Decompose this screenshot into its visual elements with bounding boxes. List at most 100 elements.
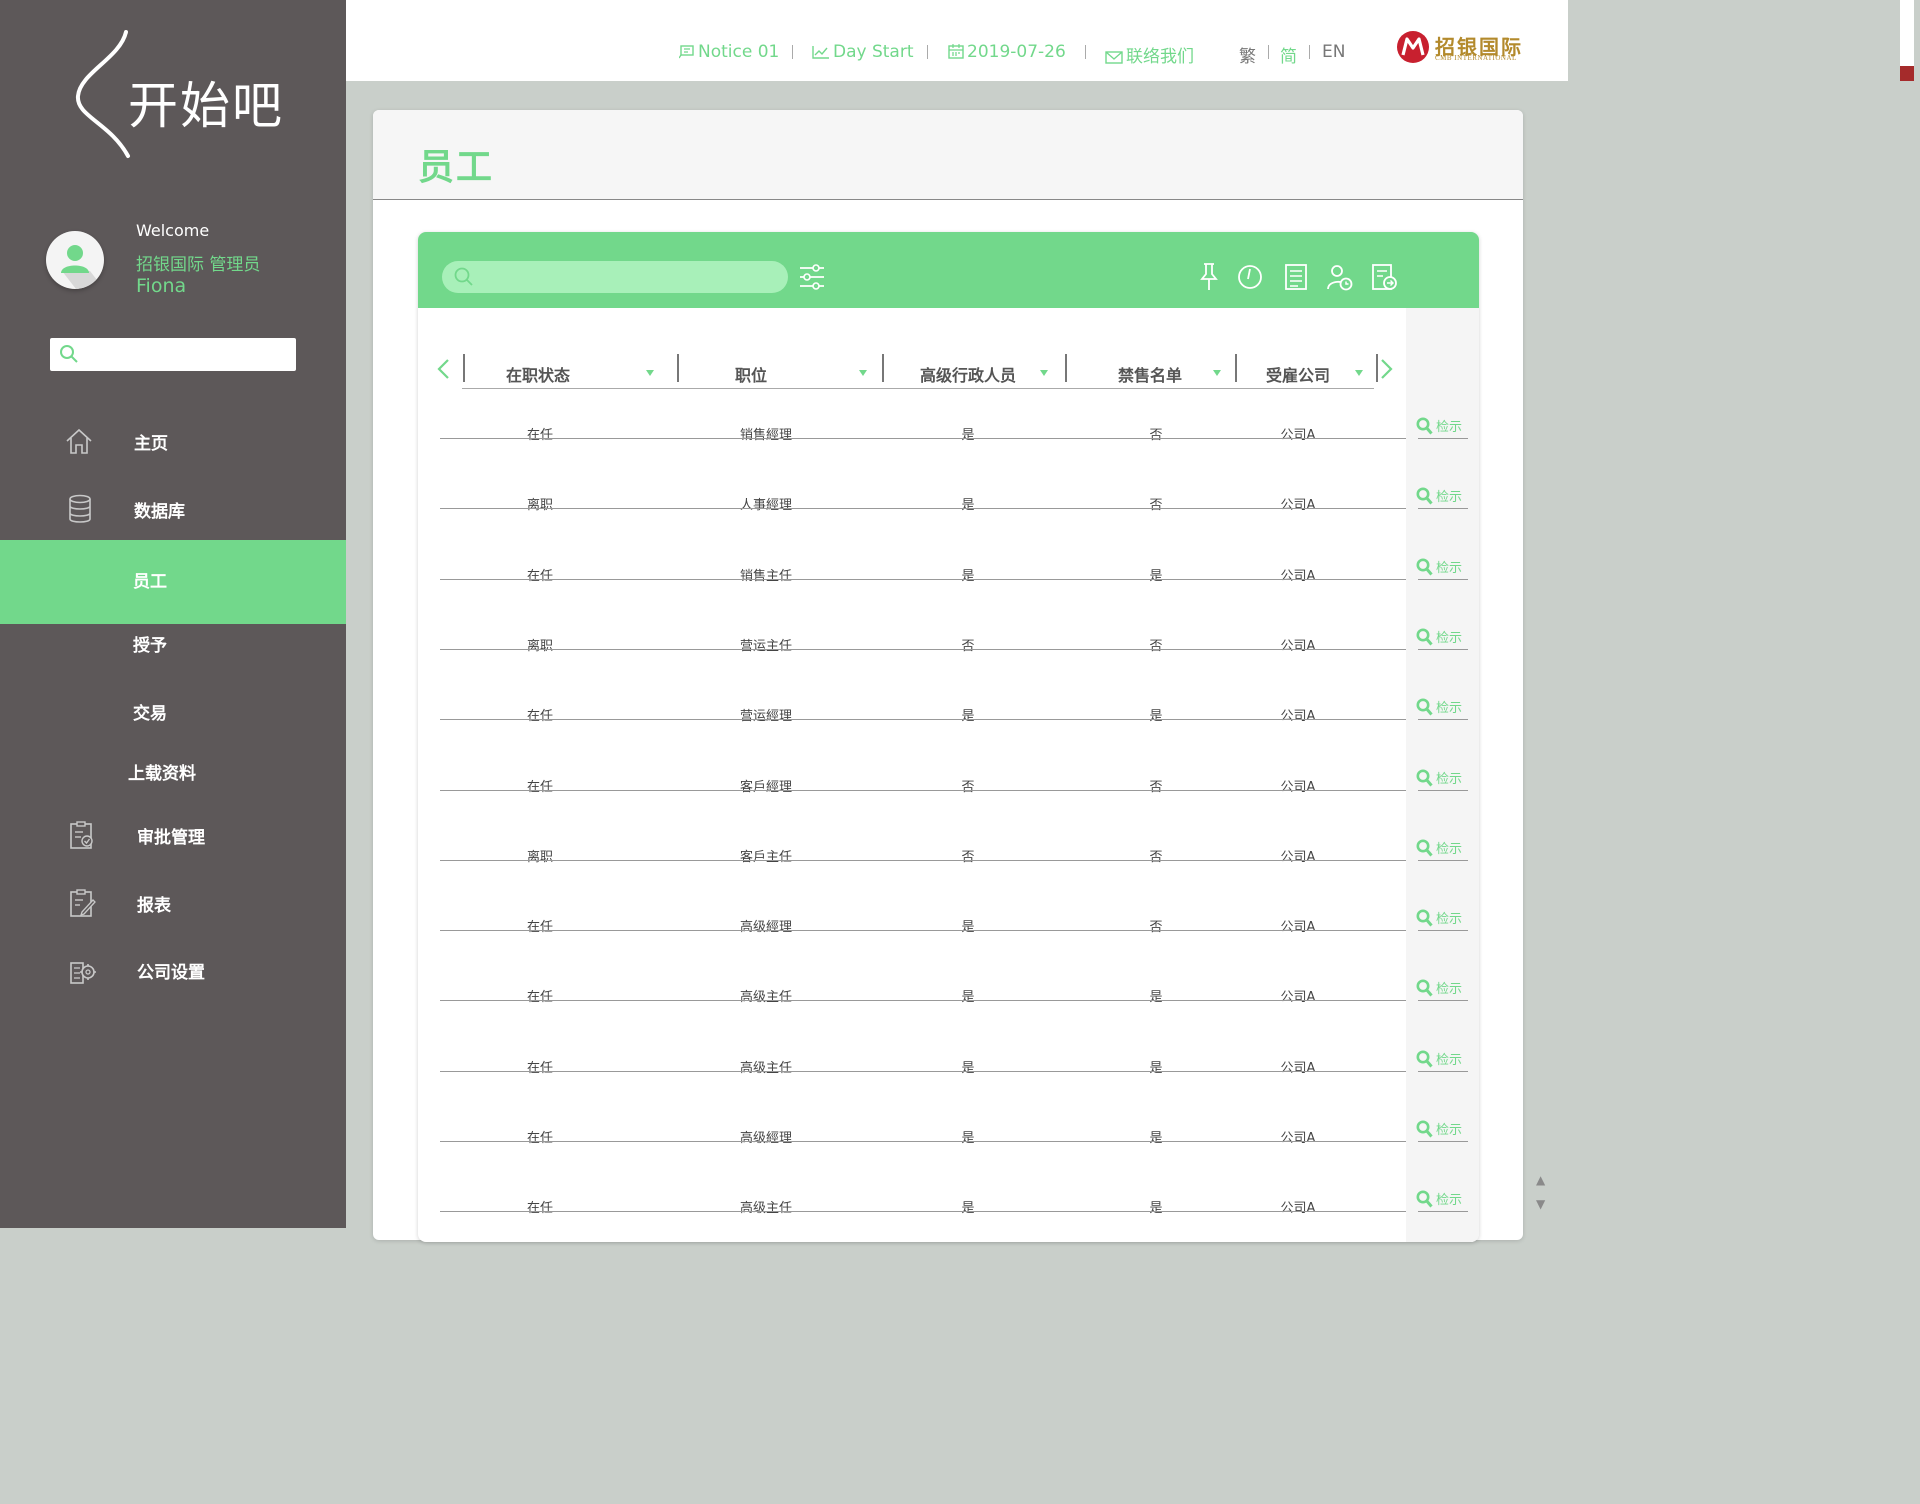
table-cell: 在任 (526, 779, 553, 795)
action-divider (1418, 1141, 1468, 1142)
table-cell: 在任 (526, 920, 553, 936)
table-cell: 是 (961, 428, 975, 443)
column-header-employer[interactable]: 受雇公司 (1239, 356, 1377, 388)
sidebar-item-approval[interactable]: 审批管理 (0, 806, 346, 866)
filter-settings-icon[interactable] (798, 262, 826, 292)
view-button[interactable]: 检示 (1416, 557, 1462, 576)
view-button[interactable]: 检示 (1416, 1189, 1462, 1208)
pin-icon[interactable] (1198, 262, 1220, 292)
sidebar-search-input[interactable] (84, 342, 284, 366)
sidebar-item-employees[interactable]: 员工 (0, 540, 346, 624)
view-button[interactable]: 检示 (1416, 697, 1462, 716)
table-cell: 高级經理 (739, 920, 792, 936)
table-cell: 是 (961, 990, 975, 1006)
content-card: 员工 在职状态 职位 高级行政人员 禁售名单 受雇公司 在任 销售經理 是 否 … (373, 110, 1523, 1242)
table-cell: 客戶主任 (739, 849, 792, 865)
lang-english[interactable]: EN (1322, 42, 1345, 62)
view-label: 检示 (1436, 1193, 1463, 1209)
table-cell: 离职 (526, 849, 553, 865)
sidebar-item-grants[interactable]: 授予 (0, 614, 346, 674)
column-header-status[interactable]: 在职状态 (468, 356, 668, 388)
row-divider (440, 1000, 1406, 1002)
clock-icon[interactable] (1236, 262, 1264, 292)
search-icon (454, 267, 473, 286)
column-header-label: 在职状态 (505, 366, 570, 385)
sidebar-item-database[interactable]: 数据库 (0, 480, 346, 540)
view-button[interactable]: 检示 (1416, 768, 1462, 787)
table-cell: 离职 (526, 498, 553, 514)
table-cell: 是 (1149, 568, 1163, 584)
page-scroll-arrows[interactable]: ▲ ▼ (1536, 1168, 1545, 1216)
view-button[interactable]: 检示 (1416, 486, 1462, 505)
sort-arrow-icon[interactable] (1040, 370, 1048, 376)
table-cell: 否 (961, 638, 975, 654)
home-icon (66, 428, 92, 454)
day-start-link[interactable]: Day Start (812, 42, 914, 62)
row-divider (440, 930, 1406, 932)
table-row: 离职 客戶主任 否 否 公司A 检示 (418, 816, 1479, 886)
action-divider (1418, 789, 1468, 791)
scroll-up-icon[interactable]: ▲ (1536, 1168, 1545, 1192)
employee-table: 在职状态 职位 高级行政人员 禁售名单 受雇公司 在任 销售經理 是 否 公司A… (418, 308, 1479, 1242)
magnifier-icon (1416, 558, 1433, 576)
action-divider (1418, 1000, 1468, 1002)
export-document-icon[interactable] (1370, 262, 1398, 292)
column-header-position[interactable]: 职位 (681, 356, 881, 388)
lang-traditional[interactable]: 繁 (1239, 42, 1256, 67)
view-label: 检示 (1436, 630, 1463, 646)
view-button[interactable]: 检示 (1416, 627, 1462, 646)
contact-link[interactable]: 联络我们 (1105, 42, 1194, 67)
table-cell: 公司A (1280, 428, 1316, 443)
sidebar-item-trades[interactable]: 交易 (0, 682, 346, 742)
column-header-blackout-list[interactable]: 禁售名单 (1069, 356, 1235, 388)
column-divider (1376, 354, 1378, 382)
app-logo[interactable]: 开始吧 (70, 28, 282, 160)
table-cell: 公司A (1280, 1060, 1316, 1076)
sort-arrow-icon[interactable] (859, 370, 867, 376)
view-button[interactable]: 检示 (1416, 1119, 1462, 1138)
table-cell: 公司A (1280, 638, 1316, 654)
sidebar-item-home[interactable]: 主页 (0, 412, 346, 472)
header-underline (462, 388, 1374, 389)
table-row: 在任 营运經理 是 是 公司A 检示 (418, 675, 1479, 745)
magnifier-icon (1416, 487, 1433, 505)
view-button[interactable]: 检示 (1416, 1049, 1462, 1068)
sidebar-item-upload[interactable]: 上载资料 (0, 742, 346, 802)
table-cell: 公司A (1280, 849, 1316, 865)
user-add-icon[interactable] (1326, 262, 1354, 292)
action-divider (1418, 508, 1468, 510)
document-list-icon[interactable] (1282, 262, 1310, 292)
sidebar-item-reports[interactable]: 报表 (0, 874, 346, 934)
user-name: Fiona (136, 275, 187, 297)
row-divider (440, 789, 1406, 791)
table-cell: 客戶經理 (739, 779, 792, 795)
view-button[interactable]: 检示 (1416, 416, 1462, 435)
divider (1309, 45, 1310, 59)
table-cell: 否 (961, 849, 975, 865)
date-display[interactable]: 2019-07-26 (948, 42, 1066, 62)
column-header-senior-exec[interactable]: 高级行政人员 (886, 356, 1062, 388)
column-header-label: 职位 (734, 366, 767, 385)
view-button[interactable]: 检示 (1416, 838, 1462, 857)
table-cell: 离职 (526, 638, 553, 654)
table-toolbar (418, 232, 1479, 308)
view-button[interactable]: 检示 (1416, 908, 1462, 927)
notice-link[interactable]: Notice 01 (678, 42, 779, 62)
table-cell: 公司A (1280, 1201, 1316, 1217)
view-button[interactable]: 检示 (1416, 978, 1462, 997)
table-cell: 营运經理 (739, 709, 792, 725)
table-row: 离职 营运主任 否 否 公司A 检示 (418, 605, 1479, 675)
scroll-right-icon[interactable] (1380, 358, 1394, 380)
avatar[interactable] (46, 231, 104, 289)
table-cell: 是 (1149, 1131, 1163, 1146)
sort-arrow-icon[interactable] (1213, 370, 1221, 376)
table-cell: 在任 (526, 990, 553, 1006)
table-cell: 公司A (1280, 709, 1316, 725)
scroll-down-icon[interactable]: ▼ (1536, 1192, 1545, 1216)
lang-simplified[interactable]: 简 (1280, 42, 1297, 67)
date-label: 2019-07-26 (967, 42, 1066, 62)
table-cell: 否 (1149, 920, 1163, 936)
table-search-input[interactable] (480, 265, 770, 289)
sort-arrow-icon[interactable] (1355, 370, 1363, 376)
sidebar-item-company-settings[interactable]: 公司设置 (0, 941, 346, 1001)
